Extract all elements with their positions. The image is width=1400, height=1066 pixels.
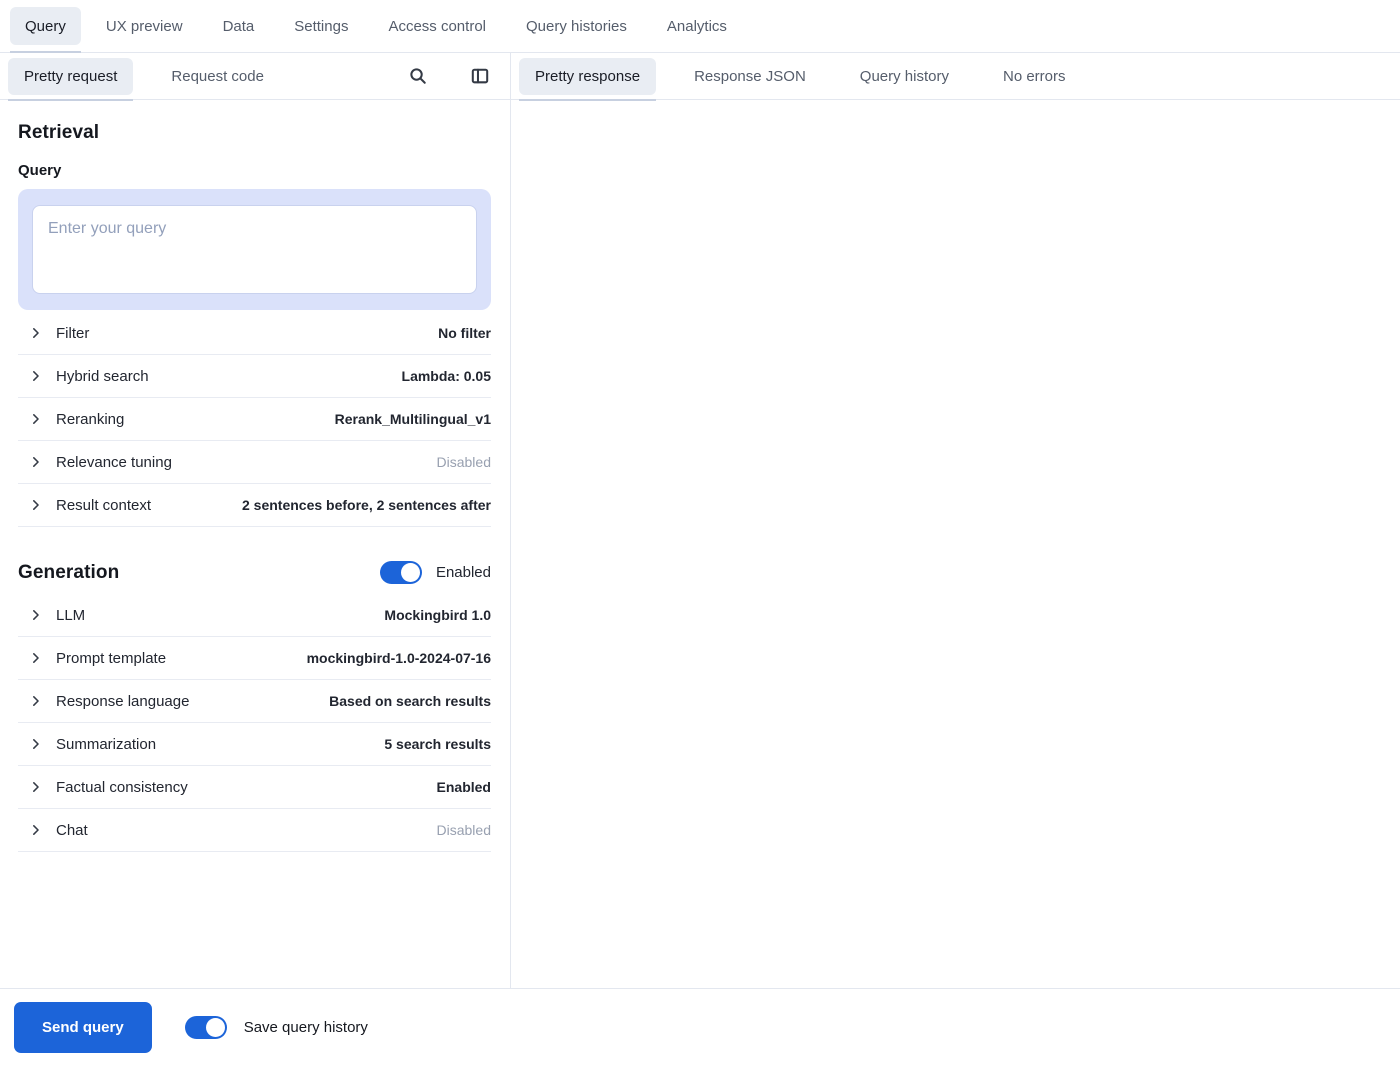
- chevron-right-icon: [28, 693, 44, 709]
- chevron-right-icon: [28, 822, 44, 838]
- accordion-label: Hybrid search: [56, 368, 149, 385]
- footer-action-bar: Send query Save query history: [0, 988, 1400, 1066]
- accordion-label: Chat: [56, 822, 88, 839]
- chevron-right-icon: [28, 497, 44, 513]
- chevron-right-icon: [28, 368, 44, 384]
- accordion-hybrid-search[interactable]: Hybrid search Lambda: 0.05: [18, 355, 491, 398]
- generation-toggle-status: Enabled: [436, 564, 491, 581]
- accordion-label: Factual consistency: [56, 779, 188, 796]
- tab-response-json[interactable]: Response JSON: [678, 58, 822, 95]
- accordion-label: Reranking: [56, 411, 124, 428]
- tab-analytics[interactable]: Analytics: [652, 7, 742, 45]
- request-panel-tabs: Pretty request Request code: [0, 53, 510, 100]
- retrieval-accordions: Filter No filter Hybrid search Lambda: 0…: [18, 312, 491, 527]
- chevron-right-icon: [28, 411, 44, 427]
- accordion-label: Prompt template: [56, 650, 166, 667]
- accordion-response-language[interactable]: Response language Based on search result…: [18, 680, 491, 723]
- tab-pretty-response[interactable]: Pretty response: [519, 58, 656, 95]
- save-query-history-label: Save query history: [244, 1019, 368, 1036]
- accordion-value: Disabled: [437, 822, 491, 838]
- query-box: [18, 189, 491, 310]
- accordion-relevance-tuning[interactable]: Relevance tuning Disabled: [18, 441, 491, 484]
- tab-query-histories[interactable]: Query histories: [511, 7, 642, 45]
- accordion-label: Filter: [56, 325, 89, 342]
- response-panel-content: [511, 100, 1400, 988]
- generation-toggle[interactable]: [380, 561, 422, 584]
- generation-accordions: LLM Mockingbird 1.0 Prompt template mock…: [18, 594, 491, 852]
- chevron-right-icon: [28, 607, 44, 623]
- accordion-chat[interactable]: Chat Disabled: [18, 809, 491, 852]
- accordion-summarization[interactable]: Summarization 5 search results: [18, 723, 491, 766]
- accordion-filter[interactable]: Filter No filter: [18, 312, 491, 355]
- accordion-value: mockingbird-1.0-2024-07-16: [307, 650, 491, 666]
- accordion-value: Disabled: [437, 454, 491, 470]
- main-split: Pretty request Request code: [0, 53, 1400, 988]
- save-query-history-toggle[interactable]: [185, 1016, 227, 1039]
- response-panel-tabs: Pretty response Response JSON Query hist…: [511, 53, 1400, 100]
- accordion-label: Relevance tuning: [56, 454, 172, 471]
- accordion-label: LLM: [56, 607, 85, 624]
- accordion-reranking[interactable]: Reranking Rerank_Multilingual_v1: [18, 398, 491, 441]
- tab-request-code[interactable]: Request code: [155, 58, 280, 95]
- accordion-value: Mockingbird 1.0: [384, 607, 491, 623]
- accordion-value: 5 search results: [384, 736, 491, 752]
- accordion-value: Rerank_Multilingual_v1: [335, 411, 491, 427]
- chevron-right-icon: [28, 736, 44, 752]
- tab-pretty-request[interactable]: Pretty request: [8, 58, 133, 95]
- accordion-value: 2 sentences before, 2 sentences after: [242, 497, 491, 513]
- top-nav-tabs: Query UX preview Data Settings Access co…: [0, 0, 1400, 53]
- accordion-factual-consistency[interactable]: Factual consistency Enabled: [18, 766, 491, 809]
- accordion-result-context[interactable]: Result context 2 sentences before, 2 sen…: [18, 484, 491, 527]
- chevron-right-icon: [28, 325, 44, 341]
- accordion-value: Lambda: 0.05: [402, 368, 491, 384]
- chevron-right-icon: [28, 454, 44, 470]
- query-field-label: Query: [18, 162, 491, 179]
- send-query-button[interactable]: Send query: [14, 1002, 152, 1053]
- split-panel-icon[interactable]: [466, 62, 494, 90]
- tab-access-control[interactable]: Access control: [373, 7, 501, 45]
- tab-ux-preview[interactable]: UX preview: [91, 7, 198, 45]
- accordion-value: Based on search results: [329, 693, 491, 709]
- query-console: Query UX preview Data Settings Access co…: [0, 0, 1400, 1066]
- accordion-label: Result context: [56, 497, 151, 514]
- request-panel-content: Retrieval Query Filter No filter: [0, 100, 510, 988]
- accordion-label: Summarization: [56, 736, 156, 753]
- accordion-llm[interactable]: LLM Mockingbird 1.0: [18, 594, 491, 637]
- retrieval-heading: Retrieval: [18, 122, 491, 144]
- chevron-right-icon: [28, 650, 44, 666]
- accordion-label: Response language: [56, 693, 189, 710]
- tab-settings[interactable]: Settings: [279, 7, 363, 45]
- accordion-prompt-template[interactable]: Prompt template mockingbird-1.0-2024-07-…: [18, 637, 491, 680]
- tab-query[interactable]: Query: [10, 7, 81, 45]
- generation-header: Generation Enabled: [18, 551, 491, 594]
- search-icon[interactable]: [404, 62, 432, 90]
- tab-no-errors[interactable]: No errors: [987, 58, 1082, 95]
- response-panel: Pretty response Response JSON Query hist…: [511, 53, 1400, 988]
- tab-query-history[interactable]: Query history: [844, 58, 965, 95]
- tab-data[interactable]: Data: [208, 7, 270, 45]
- chevron-right-icon: [28, 779, 44, 795]
- query-input[interactable]: [32, 205, 477, 294]
- request-panel: Pretty request Request code: [0, 53, 511, 988]
- accordion-value: Enabled: [437, 779, 491, 795]
- generation-heading: Generation: [18, 562, 119, 584]
- accordion-value: No filter: [438, 325, 491, 341]
